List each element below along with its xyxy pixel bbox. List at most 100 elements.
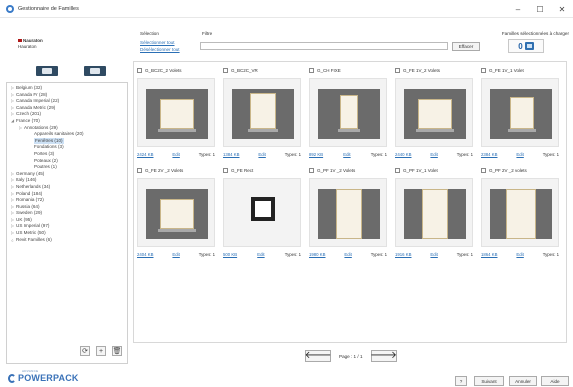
- deselect-all-link[interactable]: Désélectionner tout: [140, 47, 180, 52]
- tree-item[interactable]: ▷ Poland (184): [9, 191, 125, 198]
- family-card[interactable]: G_PF 1V _2 Volets 1980 KB Edit Types: 1: [309, 168, 387, 266]
- delete-button[interactable]: 🗑: [112, 346, 122, 356]
- file-size-link[interactable]: 2404 KB: [137, 252, 154, 257]
- expand-arrow-icon[interactable]: ▷: [9, 92, 16, 99]
- file-size-link[interactable]: 2384 KB: [481, 152, 498, 157]
- family-thumbnail[interactable]: [223, 178, 301, 247]
- family-thumbnail[interactable]: [309, 178, 387, 247]
- edit-link[interactable]: Edit: [258, 152, 265, 157]
- expand-arrow-icon[interactable]: ▷: [9, 171, 16, 178]
- family-checkbox[interactable]: [137, 68, 142, 73]
- maximize-button[interactable]: ☐: [529, 0, 551, 18]
- family-card[interactable]: G_FE 1V_2 Volets 2440 KB Edit Types: 1: [395, 68, 473, 166]
- aide-button[interactable]: Aide: [541, 376, 569, 386]
- help-icon-button[interactable]: ?: [455, 376, 467, 386]
- expand-arrow-icon[interactable]: ▷: [9, 210, 16, 217]
- close-button[interactable]: ✕: [551, 0, 573, 18]
- family-thumbnail[interactable]: [395, 78, 473, 147]
- expand-arrow-icon[interactable]: ▷: [9, 191, 16, 198]
- family-thumbnail[interactable]: [395, 178, 473, 247]
- family-card[interactable]: G_PF 1V_1 Volet 1916 KB Edit Types: 1: [395, 168, 473, 266]
- tree-item[interactable]: ▷ Canada Imperial (22): [9, 98, 125, 105]
- tree-item[interactable]: ▷ Belgium (32): [9, 85, 125, 92]
- expand-arrow-icon[interactable]: ◢: [9, 118, 16, 125]
- family-thumbnail[interactable]: [481, 178, 559, 247]
- expand-arrow-icon[interactable]: ▷: [9, 98, 16, 105]
- tree-item[interactable]: ▷ Sweden (29): [9, 210, 125, 217]
- edit-link[interactable]: Edit: [430, 252, 437, 257]
- family-card[interactable]: G_CH FIXE 892 KB Edit Types: 1: [309, 68, 387, 166]
- tree-item[interactable]: Poteaux (2): [9, 158, 125, 165]
- edit-link[interactable]: Edit: [172, 152, 179, 157]
- family-card[interactable]: G_BC2C_VR 1384 KB Edit Types: 1: [223, 68, 301, 166]
- tree-item[interactable]: ▷ Italy (146): [9, 177, 125, 184]
- filter-input[interactable]: [200, 42, 448, 50]
- family-checkbox[interactable]: [395, 168, 400, 173]
- edit-link[interactable]: Edit: [516, 252, 523, 257]
- expand-arrow-icon[interactable]: ▷: [9, 177, 16, 184]
- families-selected-count[interactable]: 0: [508, 39, 544, 53]
- tree-item[interactable]: Fondations (3): [9, 144, 125, 151]
- family-thumbnail[interactable]: [137, 178, 215, 247]
- expand-arrow-icon[interactable]: ▷: [9, 223, 16, 230]
- tree-item[interactable]: ▷ US Metric (50): [9, 230, 125, 237]
- next-page-button[interactable]: 🡒: [370, 350, 397, 362]
- family-thumbnail[interactable]: [137, 78, 215, 147]
- family-card[interactable]: G_BC2C_2 Volets 2424 KB Edit Types: 1: [137, 68, 215, 166]
- file-size-link[interactable]: 892 KB: [309, 152, 323, 157]
- expand-arrow-icon[interactable]: ▷: [17, 125, 24, 132]
- tree-item[interactable]: ▷ Czech (201): [9, 111, 125, 118]
- tree-item[interactable]: Appareils sanitaires (20): [9, 131, 125, 138]
- tree-item[interactable]: ◢ France (70): [9, 118, 125, 125]
- file-size-link[interactable]: 1916 KB: [395, 252, 412, 257]
- expand-arrow-icon[interactable]: ▷: [9, 111, 16, 118]
- tree-item[interactable]: ▷ UK (95): [9, 217, 125, 224]
- family-checkbox[interactable]: [309, 68, 314, 73]
- tree-item[interactable]: ▷ Annotations (29): [9, 125, 125, 132]
- edit-link[interactable]: Edit: [344, 252, 351, 257]
- tree-item[interactable]: ▷ US Imperial (97): [9, 223, 125, 230]
- minimize-button[interactable]: –: [507, 0, 529, 18]
- family-thumbnail[interactable]: [223, 78, 301, 147]
- family-checkbox[interactable]: [395, 68, 400, 73]
- tree-item[interactable]: ▷ Germany (45): [9, 171, 125, 178]
- family-checkbox[interactable]: [481, 68, 486, 73]
- family-card[interactable]: G_FE Rect 500 KB Edit Types: 1: [223, 168, 301, 266]
- refresh-button[interactable]: ⟳: [80, 346, 90, 356]
- family-checkbox[interactable]: [223, 68, 228, 73]
- edit-link[interactable]: Edit: [257, 252, 264, 257]
- file-size-link[interactable]: 1864 KB: [481, 252, 498, 257]
- file-size-link[interactable]: 2424 KB: [137, 152, 154, 157]
- tree-item[interactable]: ▷ Netherlands (34): [9, 184, 125, 191]
- family-checkbox[interactable]: [223, 168, 228, 173]
- file-size-link[interactable]: 500 KB: [223, 252, 237, 257]
- prev-page-button[interactable]: 🡐: [305, 350, 331, 362]
- tree-item[interactable]: ▷ Romania (72): [9, 197, 125, 204]
- file-size-link[interactable]: 1980 KB: [309, 252, 326, 257]
- file-size-link[interactable]: 2440 KB: [395, 152, 412, 157]
- tree-item[interactable]: ¿ Revit Familles (6): [9, 237, 125, 244]
- tree-item[interactable]: ▷ Canada Fr (28): [9, 92, 125, 99]
- family-checkbox[interactable]: [309, 168, 314, 173]
- expand-arrow-icon[interactable]: ▷: [9, 217, 16, 224]
- open-folder-button[interactable]: [84, 66, 106, 76]
- clear-filter-button[interactable]: Effacer: [452, 42, 480, 51]
- expand-arrow-icon[interactable]: ▷: [9, 85, 16, 92]
- tree-item[interactable]: Fenêtres (10): [9, 137, 125, 145]
- expand-arrow-icon[interactable]: ▷: [9, 184, 16, 191]
- edit-link[interactable]: Edit: [516, 152, 523, 157]
- family-thumbnail[interactable]: [309, 78, 387, 147]
- category-tree[interactable]: ▷ Belgium (32) ▷ Canada Fr (28) ▷ Canada Impe…: [6, 82, 128, 364]
- edit-link[interactable]: Edit: [343, 152, 350, 157]
- expand-arrow-icon[interactable]: ▷: [9, 105, 16, 112]
- file-size-link[interactable]: 1384 KB: [223, 152, 240, 157]
- tree-item[interactable]: ▷ Russia (64): [9, 204, 125, 211]
- family-thumbnail[interactable]: [481, 78, 559, 147]
- cancel-button[interactable]: Annuler: [509, 376, 537, 386]
- add-button[interactable]: +: [96, 346, 106, 356]
- family-checkbox[interactable]: [481, 168, 486, 173]
- next-button[interactable]: Suivant: [474, 376, 504, 386]
- expand-arrow-icon[interactable]: ▷: [9, 204, 16, 211]
- expand-arrow-icon[interactable]: ¿: [9, 237, 16, 244]
- expand-arrow-icon[interactable]: ▷: [9, 230, 16, 237]
